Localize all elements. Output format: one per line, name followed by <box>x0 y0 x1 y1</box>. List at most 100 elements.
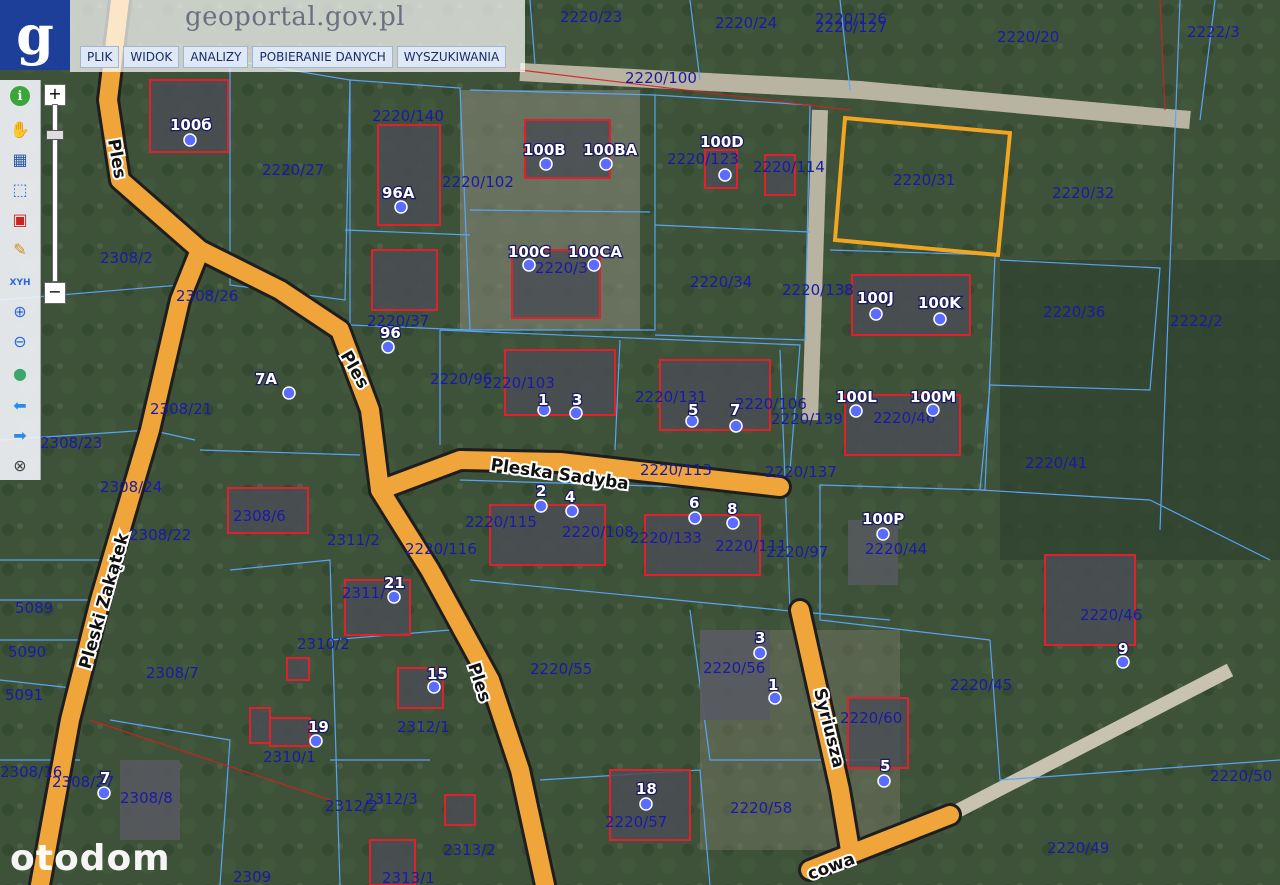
address-number-label: 4 <box>565 488 575 506</box>
plot-number-label: 2313/1 <box>382 869 435 885</box>
plot-number-label: 2220/3 <box>535 259 588 277</box>
address-point-marker[interactable] <box>282 386 296 400</box>
menu-item-plik[interactable]: PLIK <box>80 46 120 68</box>
pan-hand-icon[interactable]: ✋ <box>8 118 32 140</box>
plot-number-label: 2310/1 <box>263 748 316 766</box>
select-red-icon[interactable]: ▣ <box>8 208 32 230</box>
address-number-label: 18 <box>636 780 657 798</box>
address-point-marker[interactable] <box>97 786 111 800</box>
forward-arrow-icon[interactable]: ➡ <box>8 424 32 446</box>
address-number-label: 100D <box>700 133 744 151</box>
plot-number-label: 2220/31 <box>893 171 955 189</box>
plot-number-label: 2220/133 <box>630 529 702 547</box>
plot-number-label: 2312/3 <box>365 790 418 808</box>
address-number-label: 7 <box>100 769 110 787</box>
plot-number-label: 2308/2 <box>100 249 153 267</box>
plot-number-label: 2222/3 <box>1187 23 1240 41</box>
plot-number-label: 2308/21 <box>150 400 212 418</box>
plot-number-label: 2311/2 <box>327 531 380 549</box>
address-point-marker[interactable] <box>849 404 863 418</box>
plot-number-label: 2220/34 <box>690 273 752 291</box>
address-point-marker[interactable] <box>753 646 767 660</box>
plot-number-label: 2308/22 <box>129 526 191 544</box>
zoom-slider-handle[interactable] <box>46 130 64 140</box>
address-point-marker[interactable] <box>876 527 890 541</box>
address-number-label: 100б <box>170 116 212 134</box>
address-point-marker[interactable] <box>394 200 408 214</box>
address-number-label: 1 <box>768 676 778 694</box>
gravel-lane <box>802 109 828 421</box>
pencil-icon[interactable]: ✎ <box>8 238 32 260</box>
zoom-in-icon[interactable]: ⊕ <box>8 300 32 322</box>
select-area-icon[interactable]: ⬚ <box>8 178 32 200</box>
menu-item-analizy[interactable]: ANALIZY <box>183 46 249 68</box>
wooded-area <box>1000 260 1280 560</box>
plot-number-label: 2220/20 <box>997 28 1059 46</box>
address-number-label: 3 <box>572 391 582 409</box>
plot-number-label: 2308/6 <box>233 507 286 525</box>
plot-number-label: 2220/137 <box>765 463 837 481</box>
back-arrow-icon[interactable]: ⬅ <box>8 394 32 416</box>
logo-letter: g <box>16 3 54 67</box>
address-point-marker[interactable] <box>718 168 732 182</box>
address-point-marker[interactable] <box>539 157 553 171</box>
address-point-marker[interactable] <box>639 797 653 811</box>
globe-icon[interactable]: ● <box>8 362 32 384</box>
plot-number-label: 2220/113 <box>640 461 712 479</box>
address-point-marker[interactable] <box>387 590 401 604</box>
zoom-minus-button[interactable]: − <box>44 282 66 304</box>
plot-number-label: 2309 <box>233 868 271 885</box>
plot-number-label: 2220/41 <box>1025 454 1087 472</box>
address-point-marker[interactable] <box>877 774 891 788</box>
address-point-marker[interactable] <box>933 312 947 326</box>
address-number-label: 100BA <box>583 141 638 159</box>
address-point-marker[interactable] <box>309 734 323 748</box>
plot-number-label: 2220/103 <box>483 374 555 392</box>
address-point-marker[interactable] <box>565 504 579 518</box>
menu-item-wyszukiwania[interactable]: WYSZUKIWANIA <box>396 46 507 68</box>
address-point-marker[interactable] <box>869 307 883 321</box>
address-number-label: 100M <box>910 388 956 406</box>
layers-table-icon[interactable]: ▦ <box>8 148 32 170</box>
address-number-label: 96A <box>382 184 415 202</box>
plot-number-label: 2220/56 <box>703 659 765 677</box>
zoom-out-icon[interactable]: ⊖ <box>8 330 32 352</box>
plot-number-label: 2220/97 <box>766 543 828 561</box>
plot-number-label: 2220/139 <box>771 410 843 428</box>
address-point-marker[interactable] <box>183 133 197 147</box>
plot-number-label: 2220/116 <box>405 540 477 558</box>
plot-number-label: 2220/46 <box>1080 606 1142 624</box>
address-number-label: 96 <box>380 324 401 342</box>
plot-number-label: 2220/50 <box>1210 767 1272 785</box>
plot-number-label: 2220/27 <box>262 161 324 179</box>
geoportal-logo[interactable]: g <box>0 0 70 70</box>
address-number-label: 7A <box>255 370 277 388</box>
plot-number-label: 5089 <box>15 599 53 617</box>
zoom-plus-button[interactable]: + <box>44 84 66 106</box>
address-number-label: 7 <box>730 401 740 419</box>
plot-number-label: 5090 <box>8 643 46 661</box>
address-point-marker[interactable] <box>534 499 548 513</box>
address-point-marker[interactable] <box>381 340 395 354</box>
address-number-label: 15 <box>427 665 448 683</box>
xyh-coordinates-icon[interactable]: XYH <box>8 272 32 294</box>
address-point-marker[interactable] <box>688 511 702 525</box>
map-canvas[interactable]: Ples Ples Ples Pleska Sadyba Pleski Zaką… <box>0 0 1280 885</box>
address-point-marker[interactable] <box>599 157 613 171</box>
address-point-marker[interactable] <box>726 516 740 530</box>
menu-item-pobieranie-danych[interactable]: POBIERANIE DANYCH <box>252 46 393 68</box>
menu-item-widok[interactable]: WIDOK <box>123 46 180 68</box>
info-icon[interactable]: ℹ <box>10 86 30 106</box>
address-number-label: 19 <box>308 718 329 736</box>
main-menu: PLIK WIDOK ANALIZY POBIERANIE DANYCH WYS… <box>80 46 507 68</box>
clear-icon[interactable]: ⊗ <box>8 454 32 476</box>
address-point-marker[interactable] <box>729 419 743 433</box>
plot-number-label: 2308/8 <box>120 789 173 807</box>
address-number-label: 100J <box>857 289 894 307</box>
address-number-label: 1 <box>538 391 548 409</box>
address-number-label: 9 <box>1118 640 1128 658</box>
address-number-label: 5 <box>880 757 890 775</box>
plot-number-label: 2220/114 <box>753 158 825 176</box>
address-number-label: 21 <box>384 574 405 592</box>
plot-number-label: 5091 <box>5 686 43 704</box>
